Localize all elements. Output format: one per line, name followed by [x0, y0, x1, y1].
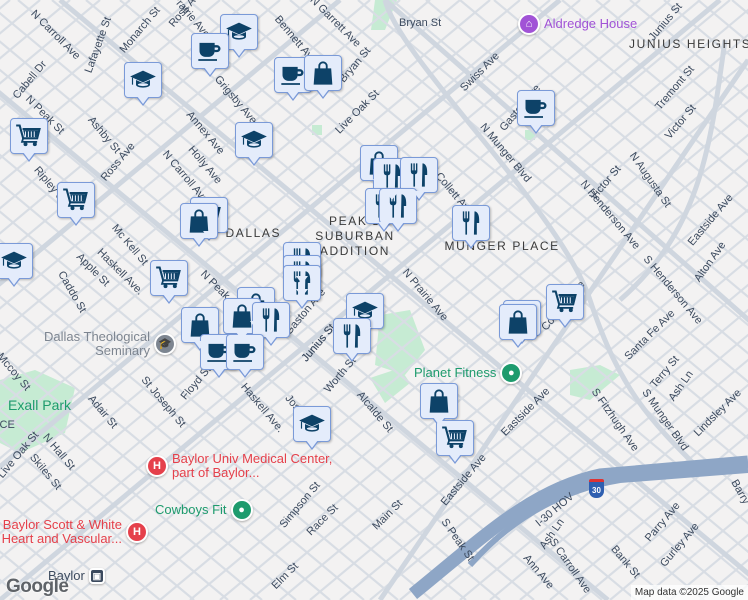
- coffee-icon: [231, 338, 259, 366]
- grocery-icon: [62, 186, 90, 214]
- grocery-icon: [155, 264, 183, 292]
- shopping-icon: [425, 387, 453, 415]
- shopping-marker[interactable]: [304, 55, 342, 99]
- poi-label: Planet Fitness: [414, 365, 497, 380]
- poi-label: Baylor Scott & White Heart and Vascular.…: [1, 517, 122, 546]
- interstate-shield-icon: 30: [589, 479, 604, 498]
- grocery-icon: [441, 424, 469, 452]
- coffee-icon: [196, 37, 224, 65]
- restaurant-marker[interactable]: [452, 205, 490, 249]
- road: [663, 0, 748, 72]
- grocery-marker[interactable]: [436, 420, 474, 464]
- grocery-marker[interactable]: [10, 118, 48, 162]
- road: [731, 0, 748, 15]
- school-icon: [0, 247, 28, 275]
- shopping-marker[interactable]: [420, 383, 458, 427]
- school-marker[interactable]: [293, 406, 331, 450]
- grocery-marker[interactable]: [57, 182, 95, 226]
- restaurant-marker[interactable]: [379, 188, 417, 232]
- road: [0, 521, 93, 600]
- restaurant-icon: [457, 209, 485, 237]
- poi-label: Exall Park: [8, 397, 72, 413]
- poi-fitness[interactable]: Planet Fitness ●: [414, 362, 523, 384]
- museum-icon: ⌂: [518, 13, 540, 35]
- road: [0, 0, 41, 35]
- poi-landmark[interactable]: ⌂ Aldredge House: [518, 13, 637, 35]
- fitness-icon: ●: [500, 362, 523, 384]
- school-icon: [225, 18, 253, 46]
- school-marker[interactable]: [235, 122, 273, 166]
- map-attribution[interactable]: Map data ©2025 Google: [630, 585, 748, 600]
- fitness-icon: ●: [230, 499, 253, 521]
- restaurant-marker[interactable]: [333, 318, 371, 362]
- hospital-icon: H: [126, 521, 148, 543]
- coffee-marker[interactable]: [517, 90, 555, 134]
- hospital-icon: H: [146, 455, 168, 477]
- poi-fitness[interactable]: Cowboys Fit ●: [155, 499, 253, 521]
- poi-label: Baylor Univ Medical Center, part of Bayl…: [172, 451, 333, 480]
- neighborhood-label: MUNGER PLACE: [444, 239, 560, 253]
- grocery-marker[interactable]: [150, 260, 188, 304]
- restaurant-icon: [405, 161, 433, 189]
- coffee-icon: [279, 61, 307, 89]
- grocery-icon: [551, 288, 579, 316]
- poi-hospital[interactable]: H Baylor Univ Medical Center, part of Bay…: [146, 452, 342, 480]
- school-marker[interactable]: [0, 243, 33, 287]
- graduation-cap-icon: 🎓: [154, 333, 176, 355]
- grocery-marker[interactable]: [546, 284, 584, 328]
- coffee-marker[interactable]: [191, 33, 229, 77]
- google-logo: Google: [6, 576, 69, 597]
- poi-park[interactable]: Exall Park: [8, 398, 71, 412]
- grocery-icon: [15, 122, 43, 150]
- train-icon: ▣: [88, 568, 105, 584]
- coffee-icon: [522, 94, 550, 122]
- poi-school[interactable]: Dallas Theological Seminary 🎓: [22, 330, 176, 358]
- school-icon: [240, 126, 268, 154]
- shopping-icon: [504, 308, 532, 336]
- poi-hospital[interactable]: Baylor Scott & White Heart and Vascular.…: [0, 518, 148, 546]
- restaurant-icon: [257, 306, 285, 334]
- restaurant-marker[interactable]: [252, 302, 290, 346]
- school-icon: [129, 66, 157, 94]
- school-marker[interactable]: [124, 62, 162, 106]
- poi-label: Dallas Theological Seminary: [44, 329, 150, 358]
- poi-label: Cowboys Fit: [155, 502, 227, 517]
- neighborhood-label: JUNIUS HEIGHTS: [629, 37, 748, 51]
- shopping-icon: [309, 59, 337, 87]
- school-icon: [298, 410, 326, 438]
- poi-label: Aldredge House: [544, 16, 638, 31]
